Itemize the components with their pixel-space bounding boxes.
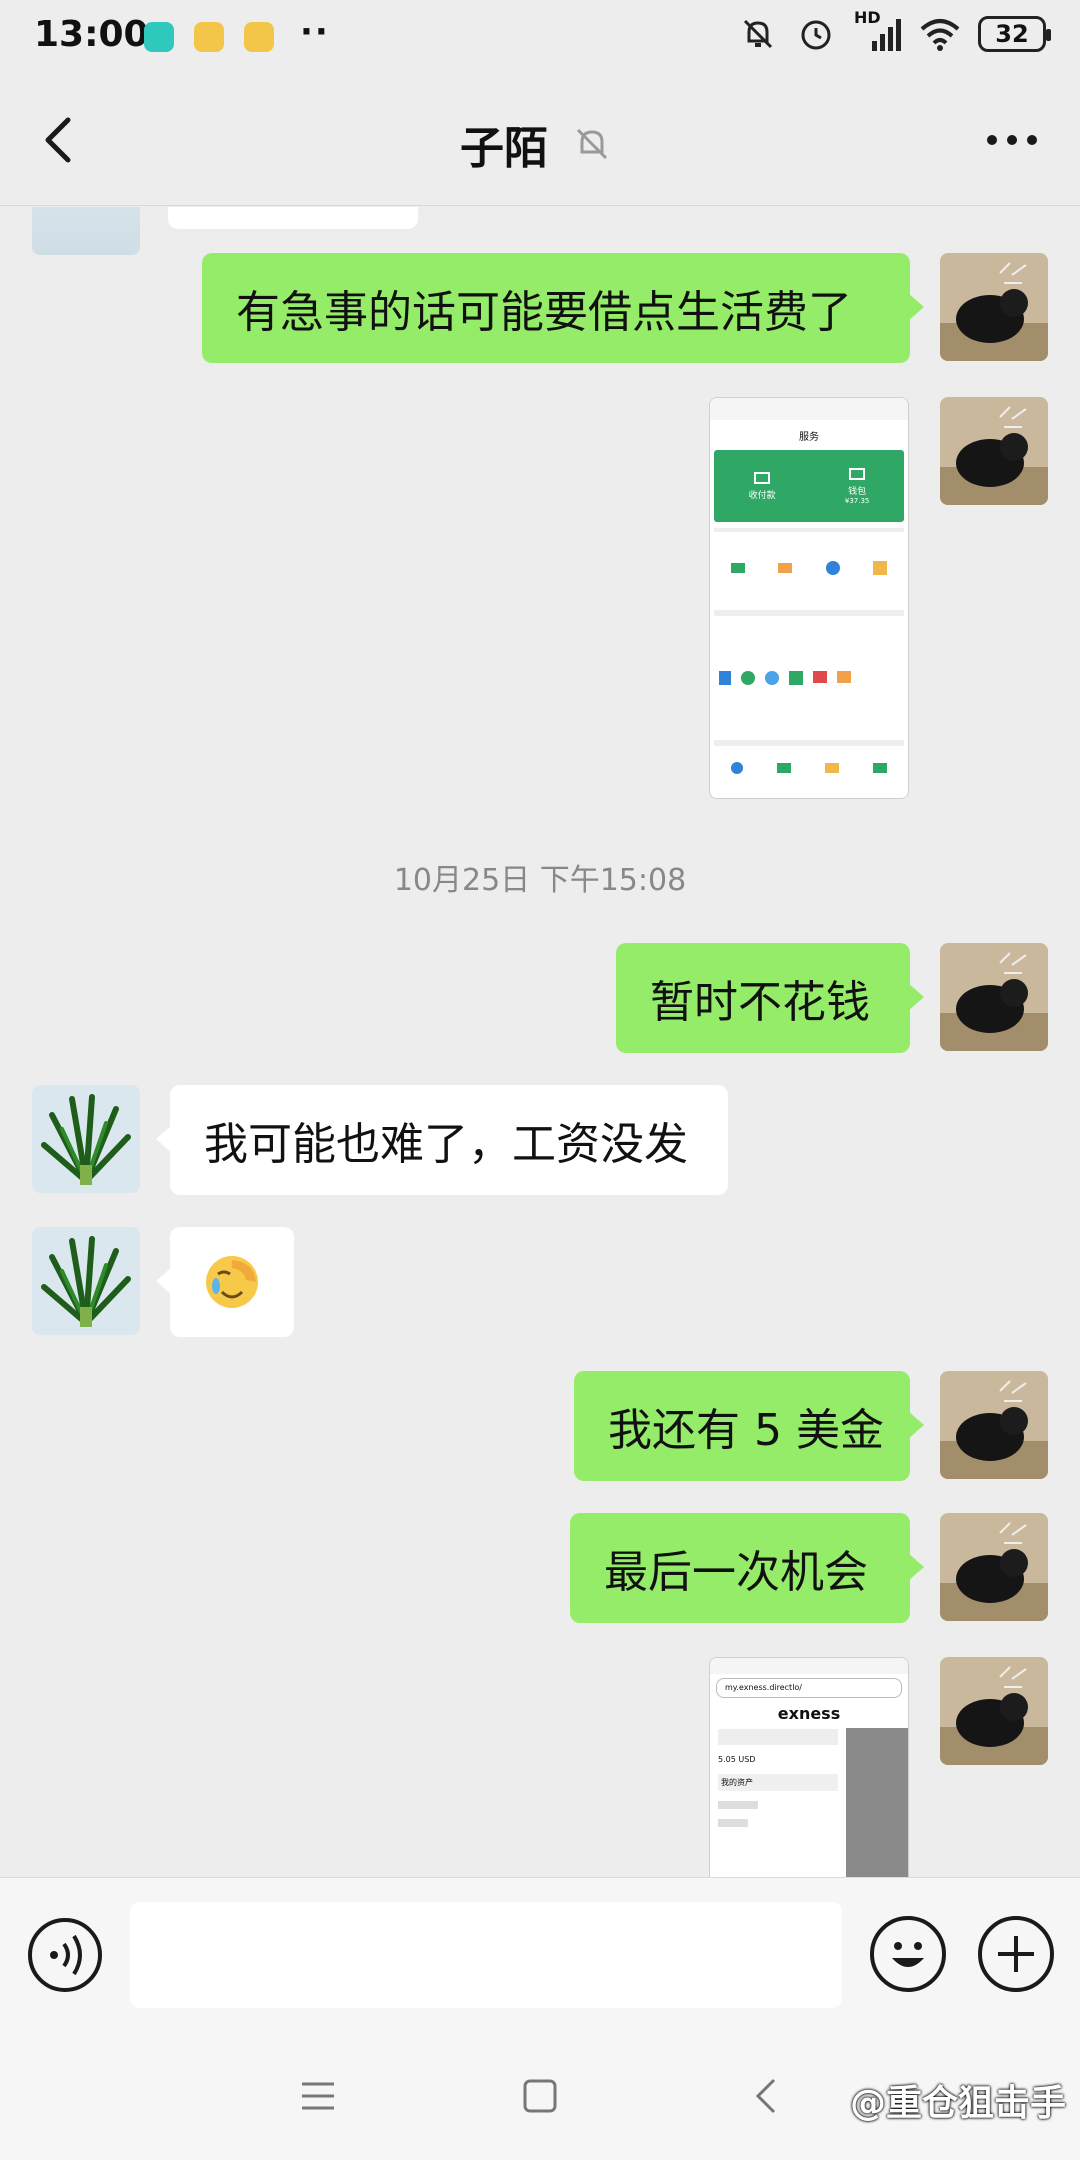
message-text: 我可能也难了，工资没发 <box>204 1119 688 1170</box>
message-bubble[interactable]: 我可能也难了，工资没发 <box>156 1085 728 1195</box>
my-avatar[interactable] <box>940 1657 1048 1765</box>
image-text: 钱包 <box>848 486 867 497</box>
timestamp: 10月25日 下午15:08 <box>393 863 687 898</box>
back-nav-button[interactable] <box>744 2074 788 2118</box>
message-bubble[interactable]: 我还有 5 美金 <box>574 1371 924 1481</box>
partial-message-bubble[interactable] <box>168 207 418 229</box>
home-square-icon <box>523 2079 557 2113</box>
shield-notification-icon <box>144 22 174 52</box>
my-avatar[interactable] <box>940 397 1048 505</box>
facepalm-emoji-icon <box>206 1256 258 1308</box>
wifi-icon <box>920 14 960 54</box>
image-text: 收付款 <box>748 490 776 501</box>
chat-header: 子陌 <box>0 76 1080 206</box>
back-arrow-icon <box>755 2078 776 2114</box>
my-avatar[interactable] <box>940 1371 1048 1479</box>
status-time: 13:00 <box>34 14 149 55</box>
message-bubble[interactable]: 最后一次机会 <box>570 1513 924 1623</box>
image-text: my.exness.directlo/ <box>716 1678 902 1698</box>
mute-icon <box>738 14 778 54</box>
battery-indicator: 32 <box>978 16 1051 52</box>
emoji-button[interactable] <box>870 1916 946 1992</box>
chevron-left-icon <box>45 117 71 163</box>
chat-notification-icon <box>194 22 224 52</box>
more-dots-icon <box>987 135 1037 145</box>
signal-icon: HD <box>854 8 902 54</box>
message-list[interactable]: 有急事的话可能要借点生活费了 服务 收付款 钱包 ¥37.35 10月25日 下午… <box>0 207 1080 1877</box>
chat-title: 子陌 <box>460 123 548 174</box>
plus-icon <box>998 1936 1034 1972</box>
menu-nav-button[interactable] <box>296 2074 340 2118</box>
message-text: 有急事的话可能要借点生活费了 <box>236 287 852 338</box>
image-text: 我的资产 <box>718 1774 838 1791</box>
more-notifications-icon: ·· <box>300 12 330 52</box>
alarm-icon <box>796 14 836 54</box>
muted-bell-icon <box>572 124 612 164</box>
image-text: 服务 <box>799 431 819 443</box>
system-nav-bar: @重仓狙击手 <box>0 2030 1080 2160</box>
voice-icon <box>50 1934 82 1976</box>
image-message[interactable]: my.exness.directlo/ exness 5.05 USD 我的资产 <box>709 1657 909 1877</box>
image-message[interactable]: 服务 收付款 钱包 ¥37.35 <box>709 397 909 799</box>
message-bubble[interactable]: 有急事的话可能要借点生活费了 <box>202 253 924 363</box>
more-options-button[interactable] <box>982 120 1042 160</box>
my-avatar[interactable] <box>940 253 1048 361</box>
input-bar <box>0 1877 1080 2030</box>
menu-icon <box>302 2082 334 2110</box>
message-input[interactable] <box>130 1902 842 2008</box>
contact-avatar[interactable] <box>32 1227 140 1335</box>
home-nav-button[interactable] <box>518 2074 562 2118</box>
message-text: 暂时不花钱 <box>650 977 870 1028</box>
my-avatar[interactable] <box>940 943 1048 1051</box>
message-text: 我还有 5 美金 <box>608 1405 884 1456</box>
back-button[interactable] <box>30 110 90 170</box>
contact-avatar[interactable] <box>32 207 140 255</box>
message-bubble[interactable]: 暂时不花钱 <box>616 943 924 1053</box>
network-type: HD <box>854 8 881 27</box>
watermark-text: @重仓狙击手 <box>849 2083 1066 2124</box>
message-text: 最后一次机会 <box>604 1547 868 1598</box>
image-text: ¥37.35 <box>844 496 870 505</box>
contact-avatar[interactable] <box>32 1085 140 1193</box>
my-avatar[interactable] <box>940 1513 1048 1621</box>
chat-notification-icon <box>244 22 274 52</box>
voice-input-button[interactable] <box>28 1918 102 1992</box>
smiley-icon <box>892 1942 924 1967</box>
battery-level: 32 <box>995 20 1029 48</box>
more-functions-button[interactable] <box>978 1916 1054 1992</box>
status-bar: 13:00 ·· HD 32 <box>0 0 1080 76</box>
message-bubble[interactable] <box>156 1227 294 1337</box>
image-text: exness <box>777 1704 841 1723</box>
